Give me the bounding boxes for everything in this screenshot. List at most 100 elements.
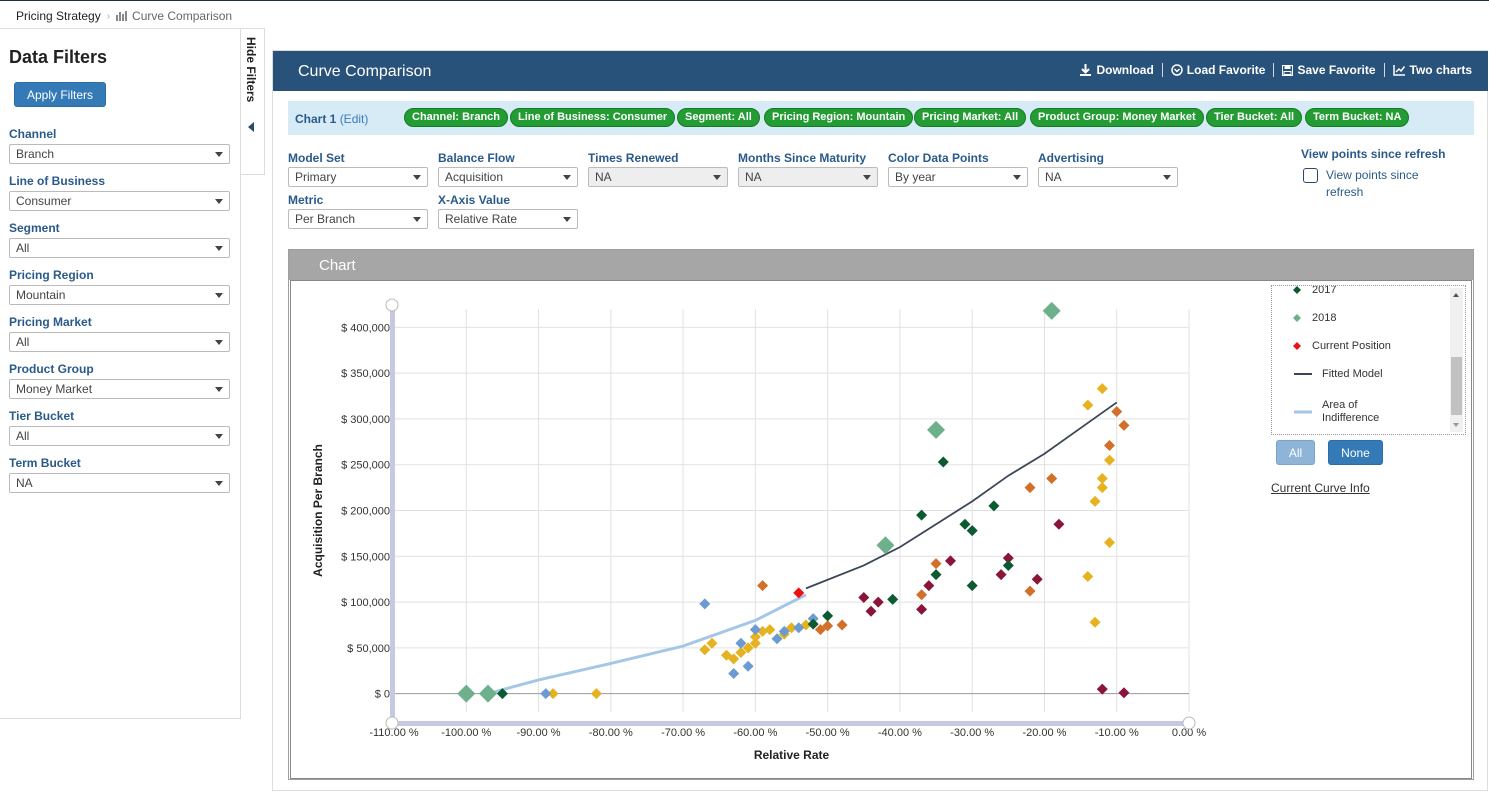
data-point-yellow[interactable] bbox=[1089, 495, 1101, 507]
data-point-orange[interactable] bbox=[1046, 472, 1058, 484]
data-point-dkgreen[interactable] bbox=[887, 593, 899, 605]
current-curve-info-link[interactable]: Current Curve Info bbox=[1271, 481, 1370, 495]
data-point-yellow[interactable] bbox=[706, 637, 718, 649]
data-point-orange[interactable] bbox=[1024, 482, 1036, 494]
data-point-yellow[interactable] bbox=[1096, 482, 1108, 494]
save-favorite-button[interactable]: Save Favorite bbox=[1274, 63, 1385, 77]
months-since-maturity-select[interactable]: NA bbox=[738, 167, 878, 187]
legend-scrollbar[interactable] bbox=[1450, 288, 1463, 432]
data-point-blue[interactable] bbox=[540, 688, 552, 700]
data-point-maroon[interactable] bbox=[1053, 518, 1065, 530]
chip-term-bucket[interactable]: Term Bucket: NA bbox=[1305, 108, 1410, 127]
scroll-up-arrow-icon[interactable] bbox=[1453, 293, 1459, 297]
scrollbar-thumb[interactable] bbox=[1451, 357, 1462, 415]
data-point-yellow[interactable] bbox=[1104, 454, 1115, 466]
data-point-orange[interactable] bbox=[1111, 406, 1123, 418]
chip-pricing-region[interactable]: Pricing Region: Mountain bbox=[764, 108, 914, 127]
filter-select-pricing-market[interactable]: All bbox=[9, 332, 230, 352]
advertising-select[interactable]: NA bbox=[1038, 167, 1178, 187]
chip-line-of-business[interactable]: Line of Business: Consumer bbox=[510, 108, 676, 127]
y-axis-title: Acquisition Per Branch bbox=[311, 444, 325, 577]
data-point-yellow[interactable] bbox=[1089, 616, 1101, 628]
data-point-dkgreen[interactable] bbox=[966, 525, 978, 537]
filter-select-term-bucket[interactable]: NA bbox=[9, 473, 230, 493]
legend-item-current-position[interactable]: Current Position bbox=[1292, 340, 1391, 352]
data-point-dkgreen[interactable] bbox=[822, 610, 834, 622]
legend-item-area-of-indifference[interactable]: Area of Indifference bbox=[1294, 399, 1402, 425]
data-point-orange[interactable] bbox=[930, 558, 942, 570]
filter-select-tier-bucket[interactable]: All bbox=[9, 426, 230, 446]
data-point-maroon[interactable] bbox=[865, 605, 877, 617]
filter-select-line-of-business[interactable]: Consumer bbox=[9, 191, 230, 211]
data-point-dkgreen[interactable] bbox=[988, 500, 1000, 512]
data-point-orange[interactable] bbox=[1118, 419, 1130, 431]
data-point-orange[interactable] bbox=[757, 580, 769, 592]
filter-select-segment[interactable]: All bbox=[9, 238, 230, 258]
data-point-yellow[interactable] bbox=[1082, 399, 1094, 411]
data-point-orange[interactable] bbox=[916, 589, 928, 601]
breadcrumb-root[interactable]: Pricing Strategy bbox=[16, 9, 101, 23]
view-points-checkbox[interactable] bbox=[1303, 168, 1318, 183]
balance-flow-select[interactable]: Acquisition bbox=[438, 167, 578, 187]
chip-segment[interactable]: Segment: All bbox=[677, 108, 760, 127]
filter-value-pricing-market: All bbox=[16, 335, 30, 349]
filter-select-channel[interactable]: Branch bbox=[9, 144, 230, 164]
data-point-maroon[interactable] bbox=[872, 596, 884, 608]
data-point-maroon[interactable] bbox=[1096, 683, 1108, 695]
chip-channel[interactable]: Channel: Branch bbox=[404, 108, 509, 127]
data-point-yellow[interactable] bbox=[1104, 537, 1115, 549]
data-point-dkgreen[interactable] bbox=[966, 580, 978, 592]
data-point-dkgreen[interactable] bbox=[916, 509, 928, 521]
view-points-checkbox-label[interactable]: View points since refresh bbox=[1326, 167, 1436, 201]
data-point-dkgreen[interactable] bbox=[937, 456, 949, 468]
data-point-ltgreen[interactable] bbox=[478, 684, 497, 703]
data-point-maroon[interactable] bbox=[1031, 573, 1043, 585]
data-point-yellow[interactable] bbox=[1096, 383, 1108, 395]
hide-filters-tab[interactable]: Hide Filters bbox=[241, 28, 265, 175]
times-renewed-select[interactable]: NA bbox=[588, 167, 728, 187]
data-point-blue[interactable] bbox=[742, 660, 754, 672]
model-set-select[interactable]: Primary bbox=[288, 167, 428, 187]
data-point-blue[interactable] bbox=[699, 598, 711, 610]
data-point-maroon[interactable] bbox=[858, 592, 870, 604]
filter-value-product-group: Money Market bbox=[16, 382, 93, 396]
color-data-points-select[interactable]: By year bbox=[888, 167, 1028, 187]
legend-item-2018[interactable]: 2018 bbox=[1292, 312, 1336, 324]
data-point-maroon[interactable] bbox=[923, 580, 935, 592]
data-point-dkgreen[interactable] bbox=[930, 569, 942, 581]
data-point-dkgreen[interactable] bbox=[1002, 559, 1014, 571]
data-point-blue[interactable] bbox=[728, 668, 740, 680]
apply-filters-button[interactable]: Apply Filters bbox=[14, 82, 106, 107]
legend-label-2017: 2017 bbox=[1312, 285, 1337, 296]
data-point-maroon[interactable] bbox=[995, 569, 1007, 581]
data-point-ltgreen[interactable] bbox=[457, 684, 476, 703]
data-point-orange[interactable] bbox=[1104, 439, 1115, 451]
data-point-ltgreen[interactable] bbox=[1042, 301, 1061, 320]
data-point-ltgreen[interactable] bbox=[927, 420, 946, 439]
metric-select[interactable]: Per Branch bbox=[288, 209, 428, 229]
chip-product-group[interactable]: Product Group: Money Market bbox=[1030, 108, 1204, 127]
data-point-orange[interactable] bbox=[1024, 585, 1036, 597]
chip-pricing-market[interactable]: Pricing Market: All bbox=[914, 108, 1027, 127]
load-favorite-button[interactable]: Load Favorite bbox=[1163, 63, 1275, 77]
data-point-yellow[interactable] bbox=[699, 644, 711, 656]
legend-item-2017[interactable]: 2017 bbox=[1292, 285, 1337, 296]
legend-item-fitted-model[interactable]: Fitted Model bbox=[1294, 368, 1383, 380]
chip-tier-bucket[interactable]: Tier Bucket: All bbox=[1206, 108, 1303, 127]
legend-all-button[interactable]: All bbox=[1276, 440, 1315, 465]
legend-none-button[interactable]: None bbox=[1328, 440, 1383, 465]
data-point-maroon[interactable] bbox=[1118, 687, 1130, 699]
download-button[interactable]: Download bbox=[1071, 63, 1163, 77]
data-point-orange[interactable] bbox=[836, 619, 848, 631]
data-point-yellow[interactable] bbox=[590, 688, 602, 700]
two-charts-button[interactable]: Two charts bbox=[1385, 63, 1472, 77]
data-point-dkgreen[interactable] bbox=[959, 518, 971, 530]
data-point-maroon[interactable] bbox=[916, 603, 928, 615]
filter-select-pricing-region[interactable]: Mountain bbox=[9, 285, 230, 305]
chart-edit-link[interactable]: (Edit) bbox=[340, 112, 369, 126]
data-point-maroon[interactable] bbox=[945, 555, 956, 567]
scroll-down-arrow-icon[interactable] bbox=[1453, 423, 1459, 427]
data-point-yellow[interactable] bbox=[1082, 570, 1094, 582]
x-axis-value-select[interactable]: Relative Rate bbox=[438, 209, 578, 229]
filter-select-product-group[interactable]: Money Market bbox=[9, 379, 230, 399]
